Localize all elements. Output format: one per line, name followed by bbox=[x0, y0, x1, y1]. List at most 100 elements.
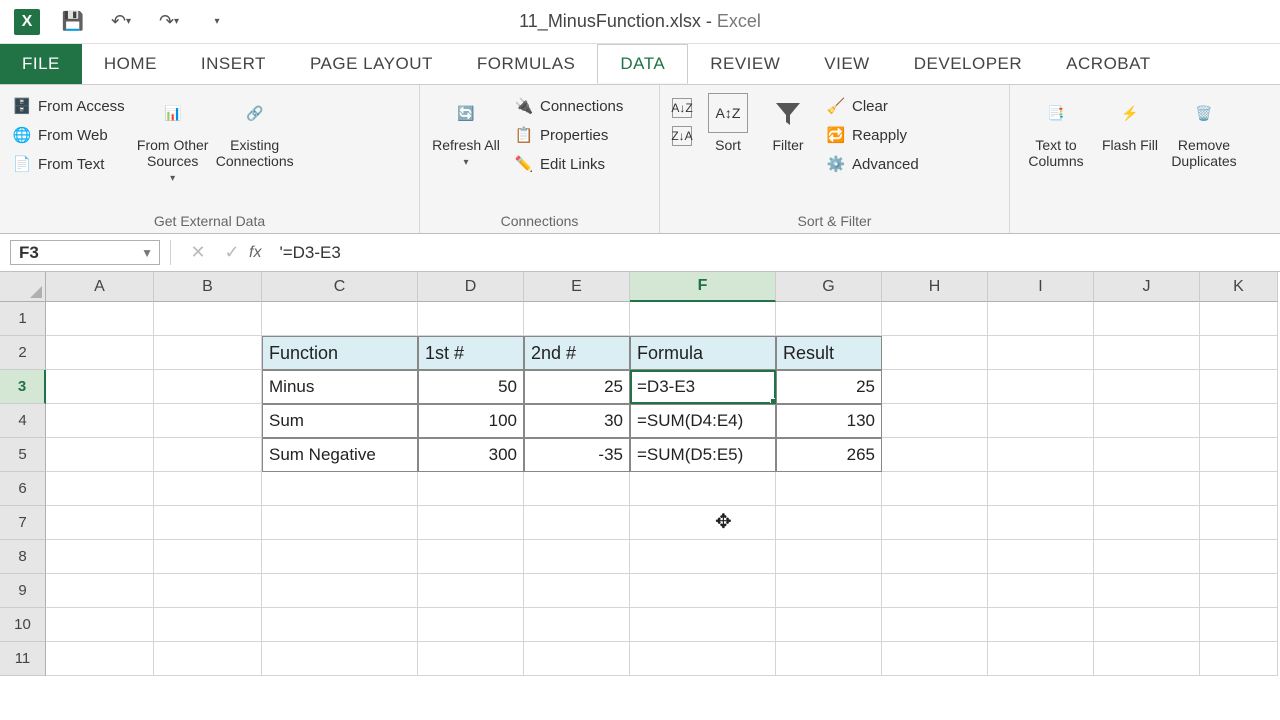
tab-home[interactable]: HOME bbox=[82, 44, 179, 84]
cell-H7[interactable] bbox=[882, 506, 988, 540]
cell-J9[interactable] bbox=[1094, 574, 1200, 608]
cell-A4[interactable] bbox=[46, 404, 154, 438]
row-header-10[interactable]: 10 bbox=[0, 608, 46, 642]
cell-H1[interactable] bbox=[882, 302, 988, 336]
cell-I11[interactable] bbox=[988, 642, 1094, 676]
cell-G9[interactable] bbox=[776, 574, 882, 608]
cell-K10[interactable] bbox=[1200, 608, 1278, 642]
from-web-button[interactable]: 🌐From Web bbox=[8, 122, 129, 149]
row-header-11[interactable]: 11 bbox=[0, 642, 46, 676]
customize-qat-button[interactable]: ▾ bbox=[202, 7, 232, 37]
cell-F8[interactable] bbox=[630, 540, 776, 574]
cell-B7[interactable] bbox=[154, 506, 262, 540]
row-header-7[interactable]: 7 bbox=[0, 506, 46, 540]
cell-G4[interactable]: 130 bbox=[776, 404, 882, 438]
connections-button[interactable]: 🔌Connections bbox=[510, 93, 627, 120]
text-to-columns-button[interactable]: 📑Text to Columns bbox=[1018, 89, 1094, 173]
select-all-button[interactable] bbox=[0, 272, 46, 302]
cell-F3[interactable]: =D3-E3 bbox=[630, 370, 776, 404]
cell-I3[interactable] bbox=[988, 370, 1094, 404]
col-header-H[interactable]: H bbox=[882, 272, 988, 302]
cell-C11[interactable] bbox=[262, 642, 418, 676]
cell-I9[interactable] bbox=[988, 574, 1094, 608]
cell-J3[interactable] bbox=[1094, 370, 1200, 404]
cell-J2[interactable] bbox=[1094, 336, 1200, 370]
cell-F6[interactable] bbox=[630, 472, 776, 506]
from-access-button[interactable]: 🗄️From Access bbox=[8, 93, 129, 120]
cell-E5[interactable]: -35 bbox=[524, 438, 630, 472]
cell-F11[interactable] bbox=[630, 642, 776, 676]
advanced-button[interactable]: ⚙️Advanced bbox=[822, 151, 923, 178]
cell-C6[interactable] bbox=[262, 472, 418, 506]
redo-button[interactable]: ↷▾ bbox=[154, 7, 184, 37]
cell-I7[interactable] bbox=[988, 506, 1094, 540]
cell-G5[interactable]: 265 bbox=[776, 438, 882, 472]
cell-J10[interactable] bbox=[1094, 608, 1200, 642]
tab-insert[interactable]: INSERT bbox=[179, 44, 288, 84]
sort-asc-button[interactable]: A↓Z bbox=[668, 95, 696, 121]
cell-J7[interactable] bbox=[1094, 506, 1200, 540]
save-button[interactable]: 💾 bbox=[58, 7, 88, 37]
cell-G2[interactable]: Result bbox=[776, 336, 882, 370]
cell-D4[interactable]: 100 bbox=[418, 404, 524, 438]
cell-F1[interactable] bbox=[630, 302, 776, 336]
cell-F7[interactable] bbox=[630, 506, 776, 540]
cell-E7[interactable] bbox=[524, 506, 630, 540]
cell-B1[interactable] bbox=[154, 302, 262, 336]
cell-A3[interactable] bbox=[46, 370, 154, 404]
cell-A8[interactable] bbox=[46, 540, 154, 574]
cell-J5[interactable] bbox=[1094, 438, 1200, 472]
cell-A11[interactable] bbox=[46, 642, 154, 676]
cell-C8[interactable] bbox=[262, 540, 418, 574]
cell-J4[interactable] bbox=[1094, 404, 1200, 438]
cell-C5[interactable]: Sum Negative bbox=[262, 438, 418, 472]
cell-H11[interactable] bbox=[882, 642, 988, 676]
from-text-button[interactable]: 📄From Text bbox=[8, 151, 129, 178]
cell-J1[interactable] bbox=[1094, 302, 1200, 336]
tab-page-layout[interactable]: PAGE LAYOUT bbox=[288, 44, 455, 84]
remove-duplicates-button[interactable]: 🗑️Remove Duplicates bbox=[1166, 89, 1242, 173]
refresh-all-button[interactable]: 🔄Refresh All▾ bbox=[428, 89, 504, 173]
row-header-8[interactable]: 8 bbox=[0, 540, 46, 574]
cell-A1[interactable] bbox=[46, 302, 154, 336]
existing-connections-button[interactable]: 🔗Existing Connections bbox=[217, 89, 293, 173]
cell-E3[interactable]: 25 bbox=[524, 370, 630, 404]
cell-B8[interactable] bbox=[154, 540, 262, 574]
cell-K7[interactable] bbox=[1200, 506, 1278, 540]
cell-D8[interactable] bbox=[418, 540, 524, 574]
cell-K8[interactable] bbox=[1200, 540, 1278, 574]
tab-data[interactable]: DATA bbox=[597, 44, 688, 84]
cell-B9[interactable] bbox=[154, 574, 262, 608]
chevron-down-icon[interactable]: ▼ bbox=[141, 246, 153, 260]
col-header-G[interactable]: G bbox=[776, 272, 882, 302]
col-header-B[interactable]: B bbox=[154, 272, 262, 302]
cell-E10[interactable] bbox=[524, 608, 630, 642]
cell-D2[interactable]: 1st # bbox=[418, 336, 524, 370]
cell-A7[interactable] bbox=[46, 506, 154, 540]
cell-B5[interactable] bbox=[154, 438, 262, 472]
cell-E6[interactable] bbox=[524, 472, 630, 506]
cell-C2[interactable]: Function bbox=[262, 336, 418, 370]
cell-F5[interactable]: =SUM(D5:E5) bbox=[630, 438, 776, 472]
cell-C1[interactable] bbox=[262, 302, 418, 336]
cell-A10[interactable] bbox=[46, 608, 154, 642]
cell-G3[interactable]: 25 bbox=[776, 370, 882, 404]
cell-I2[interactable] bbox=[988, 336, 1094, 370]
cell-E4[interactable]: 30 bbox=[524, 404, 630, 438]
cell-K2[interactable] bbox=[1200, 336, 1278, 370]
row-header-4[interactable]: 4 bbox=[0, 404, 46, 438]
cell-E11[interactable] bbox=[524, 642, 630, 676]
cell-F4[interactable]: =SUM(D4:E4) bbox=[630, 404, 776, 438]
cell-G11[interactable] bbox=[776, 642, 882, 676]
cell-H2[interactable] bbox=[882, 336, 988, 370]
cell-A2[interactable] bbox=[46, 336, 154, 370]
cell-F10[interactable] bbox=[630, 608, 776, 642]
fx-icon[interactable]: fx bbox=[249, 234, 261, 271]
cell-K4[interactable] bbox=[1200, 404, 1278, 438]
col-header-A[interactable]: A bbox=[46, 272, 154, 302]
cell-H9[interactable] bbox=[882, 574, 988, 608]
cell-I8[interactable] bbox=[988, 540, 1094, 574]
cell-E9[interactable] bbox=[524, 574, 630, 608]
row-header-3[interactable]: 3 bbox=[0, 370, 46, 404]
cell-I5[interactable] bbox=[988, 438, 1094, 472]
